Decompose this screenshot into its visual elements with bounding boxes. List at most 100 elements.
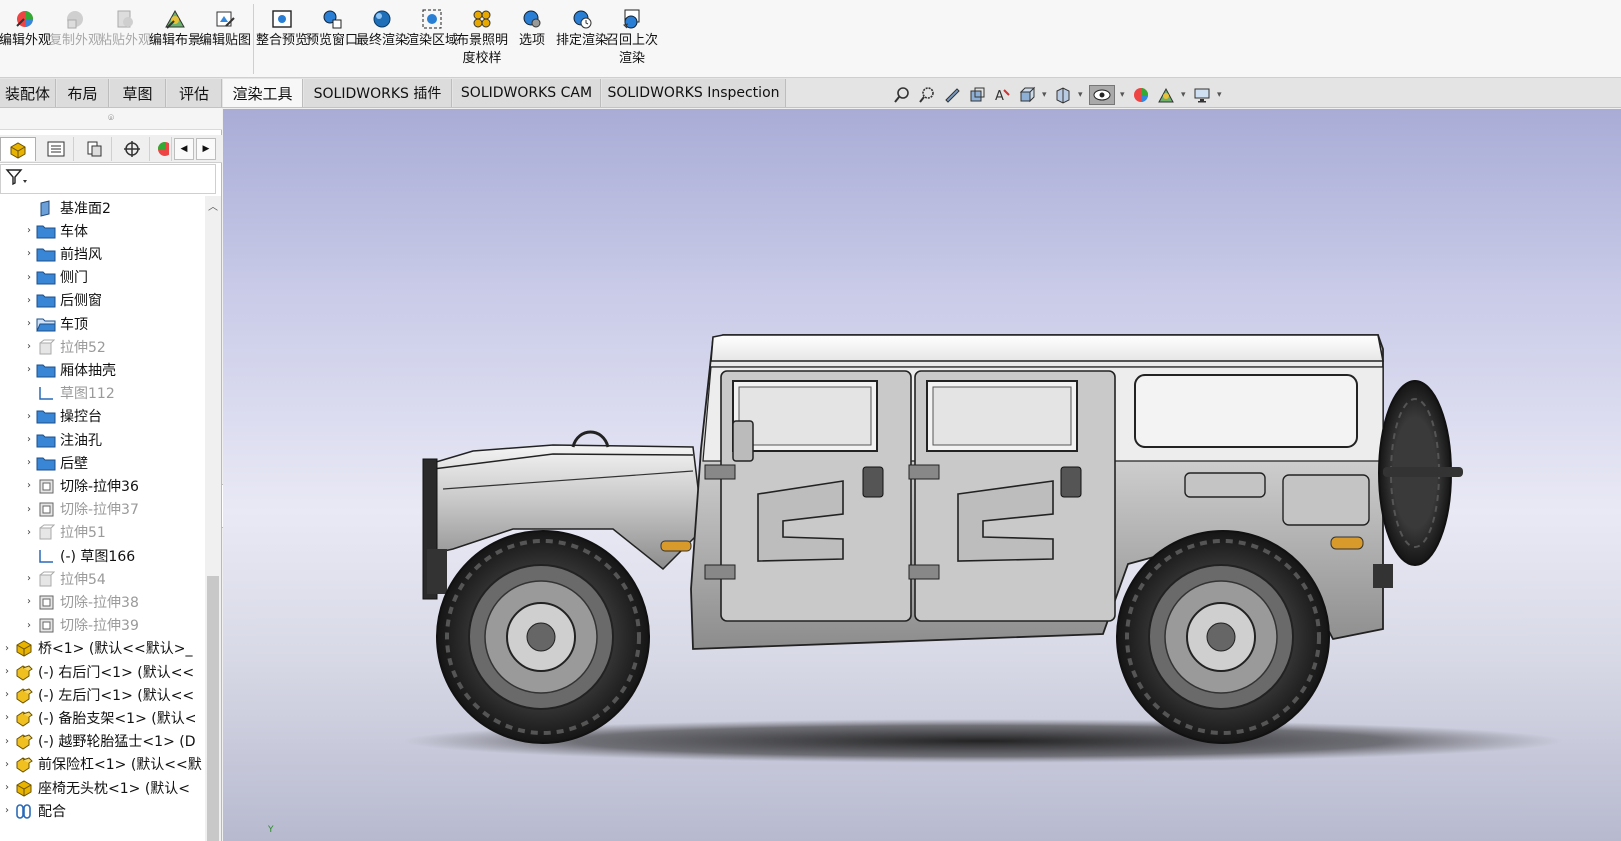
tree-scrollbar[interactable]: ︿ (205, 196, 221, 841)
integrated-preview-button[interactable]: 整合预览 (256, 0, 308, 78)
edit-decal-button[interactable]: 编辑贴图 (199, 0, 251, 78)
chevron-right-icon[interactable]: › (0, 736, 14, 747)
edit-appearance-button[interactable]: 编辑外观 (0, 0, 51, 78)
chevron-right-icon[interactable]: › (22, 504, 36, 515)
tree-item[interactable]: › 后侧窗 (0, 289, 102, 312)
chevron-down-icon[interactable]: ▾ (1078, 90, 1084, 100)
tree-item[interactable]: 草图112 (0, 382, 115, 405)
tree-item[interactable]: › 切除-拉伸37 (0, 498, 139, 521)
tree-item[interactable]: › 注油孔 (0, 428, 102, 451)
tree-item[interactable]: › 座椅无头枕<1> (默认< (0, 776, 190, 799)
scrollbar-thumb[interactable] (207, 576, 219, 841)
chevron-right-icon[interactable]: › (22, 318, 36, 329)
chevron-down-icon[interactable]: ▾ (1042, 90, 1048, 100)
render-region-button[interactable]: 渲染区域 (406, 0, 458, 78)
tree-item[interactable]: › 侧门 (0, 266, 88, 289)
filter-icon[interactable] (5, 168, 29, 190)
chevron-right-icon[interactable]: › (22, 341, 36, 352)
dynamic-annotation-icon[interactable]: A (992, 85, 1012, 105)
chevron-right-icon[interactable]: › (0, 805, 14, 816)
chevron-right-icon[interactable]: › (22, 295, 36, 306)
chevron-right-icon[interactable]: › (22, 248, 36, 259)
chevron-up-icon[interactable]: ︿ (205, 198, 221, 213)
tab-6[interactable]: SOLIDWORKS CAM (453, 79, 601, 107)
chevron-right-icon[interactable]: › (0, 643, 14, 654)
chevron-right-icon[interactable]: › (22, 225, 36, 236)
tree-item[interactable]: 基准面2 (0, 196, 111, 219)
tab-5[interactable]: SOLIDWORKS 插件 (304, 79, 452, 107)
preview-window-button[interactable]: 预览窗口 (306, 0, 358, 78)
tree-item[interactable]: (-) 草图166 (0, 544, 135, 567)
previous-view-icon[interactable] (942, 85, 962, 105)
tree-item[interactable]: › (-) 越野轮胎猛士<1> (D (0, 730, 196, 753)
chevron-right-icon[interactable]: › (22, 480, 36, 491)
tab-2[interactable]: 草图 (110, 79, 166, 107)
tree-item[interactable]: › (-) 右后门<1> (默认<< (0, 660, 194, 683)
chevron-right-icon[interactable]: › (22, 272, 36, 283)
options-button[interactable]: 选项 (507, 0, 557, 78)
tree-item[interactable]: › 切除-拉伸38 (0, 590, 139, 613)
tree-item[interactable]: › 前挡风 (0, 242, 102, 265)
property-manager-tab[interactable] (38, 137, 74, 161)
chevron-right-icon[interactable]: › (0, 689, 14, 700)
vehicle-model[interactable] (223, 109, 1621, 841)
paste-appearance-button[interactable]: 粘贴外观 (99, 0, 151, 78)
tree-item[interactable]: › 切除-拉伸39 (0, 614, 139, 637)
edit-appearance-icon[interactable] (1131, 85, 1151, 105)
tree-item[interactable]: › (-) 备胎支架<1> (默认< (0, 706, 196, 729)
tree-item[interactable]: › 桥<1> (默认<<默认>_ (0, 637, 192, 660)
chevron-right-icon[interactable]: › (22, 620, 36, 631)
configuration-manager-tab[interactable] (76, 137, 112, 161)
section-view-icon[interactable] (967, 85, 987, 105)
tree-item[interactable]: › 拉伸52 (0, 335, 106, 358)
recall-last-render-button[interactable]: 召回上次渲染 (606, 0, 658, 78)
zoom-to-area-icon[interactable] (917, 85, 937, 105)
chevron-right-icon[interactable]: › (22, 434, 36, 445)
tab-scroll-right-button[interactable]: ▶ (196, 138, 216, 160)
tab-4[interactable]: 渲染工具 (223, 79, 303, 107)
tree-filter[interactable] (0, 164, 216, 194)
chevron-down-icon[interactable]: ▾ (1217, 90, 1223, 100)
tree-item[interactable]: › 前保险杠<1> (默认<<默 (0, 753, 202, 776)
panel-grip[interactable]: ⌾ (0, 108, 222, 130)
chevron-right-icon[interactable]: › (22, 596, 36, 607)
view-orientation-icon[interactable] (1017, 85, 1037, 105)
chevron-right-icon[interactable]: › (22, 457, 36, 468)
view-settings-icon[interactable] (1192, 85, 1212, 105)
tree-item[interactable]: › 配合 (0, 799, 66, 822)
tree-item[interactable]: › 车顶 (0, 312, 88, 335)
tab-7[interactable]: SOLIDWORKS Inspection (602, 79, 786, 107)
display-style-icon[interactable] (1053, 85, 1073, 105)
chevron-right-icon[interactable]: › (0, 712, 14, 723)
graphics-area[interactable] (223, 109, 1621, 841)
chevron-right-icon[interactable]: › (22, 411, 36, 422)
chevron-right-icon[interactable]: › (0, 759, 14, 770)
tree-item[interactable]: › 操控台 (0, 405, 102, 428)
tree-item[interactable]: › 后壁 (0, 451, 88, 474)
tree-item[interactable]: › 拉伸54 (0, 567, 106, 590)
chevron-right-icon[interactable]: › (0, 666, 14, 677)
apply-scene-icon[interactable] (1156, 85, 1176, 105)
chevron-right-icon[interactable]: › (0, 782, 14, 793)
dim-xpert-manager-tab[interactable] (114, 137, 150, 161)
chevron-down-icon[interactable]: ▾ (1181, 90, 1187, 100)
tree-item[interactable]: › 车体 (0, 219, 88, 242)
tab-scroll-left-button[interactable]: ◀ (174, 138, 194, 160)
tab-3[interactable]: 评估 (167, 79, 222, 107)
chevron-right-icon[interactable]: › (22, 573, 36, 584)
copy-appearance-button[interactable]: 复制外观 (49, 0, 101, 78)
zoom-to-fit-icon[interactable] (892, 85, 912, 105)
edit-scene-button[interactable]: 编辑布景 (149, 0, 201, 78)
chevron-right-icon[interactable]: › (22, 364, 36, 375)
tree-item[interactable]: › (-) 左后门<1> (默认<< (0, 683, 194, 706)
feature-manager-tab[interactable] (0, 137, 36, 161)
final-render-button[interactable]: 最终渲染 (356, 0, 408, 78)
hide-show-items-icon[interactable] (1089, 85, 1115, 105)
scene-illumination-proof-button[interactable]: 布景照明度校样 (456, 0, 508, 78)
tree-item[interactable]: › 拉伸51 (0, 521, 106, 544)
chevron-down-icon[interactable]: ▾ (1120, 90, 1126, 100)
display-manager-tab[interactable] (152, 137, 172, 161)
tree-item[interactable]: › 切除-拉伸36 (0, 474, 139, 497)
tab-0[interactable]: 装配体 (0, 79, 56, 107)
schedule-render-button[interactable]: 排定渲染 (556, 0, 608, 78)
